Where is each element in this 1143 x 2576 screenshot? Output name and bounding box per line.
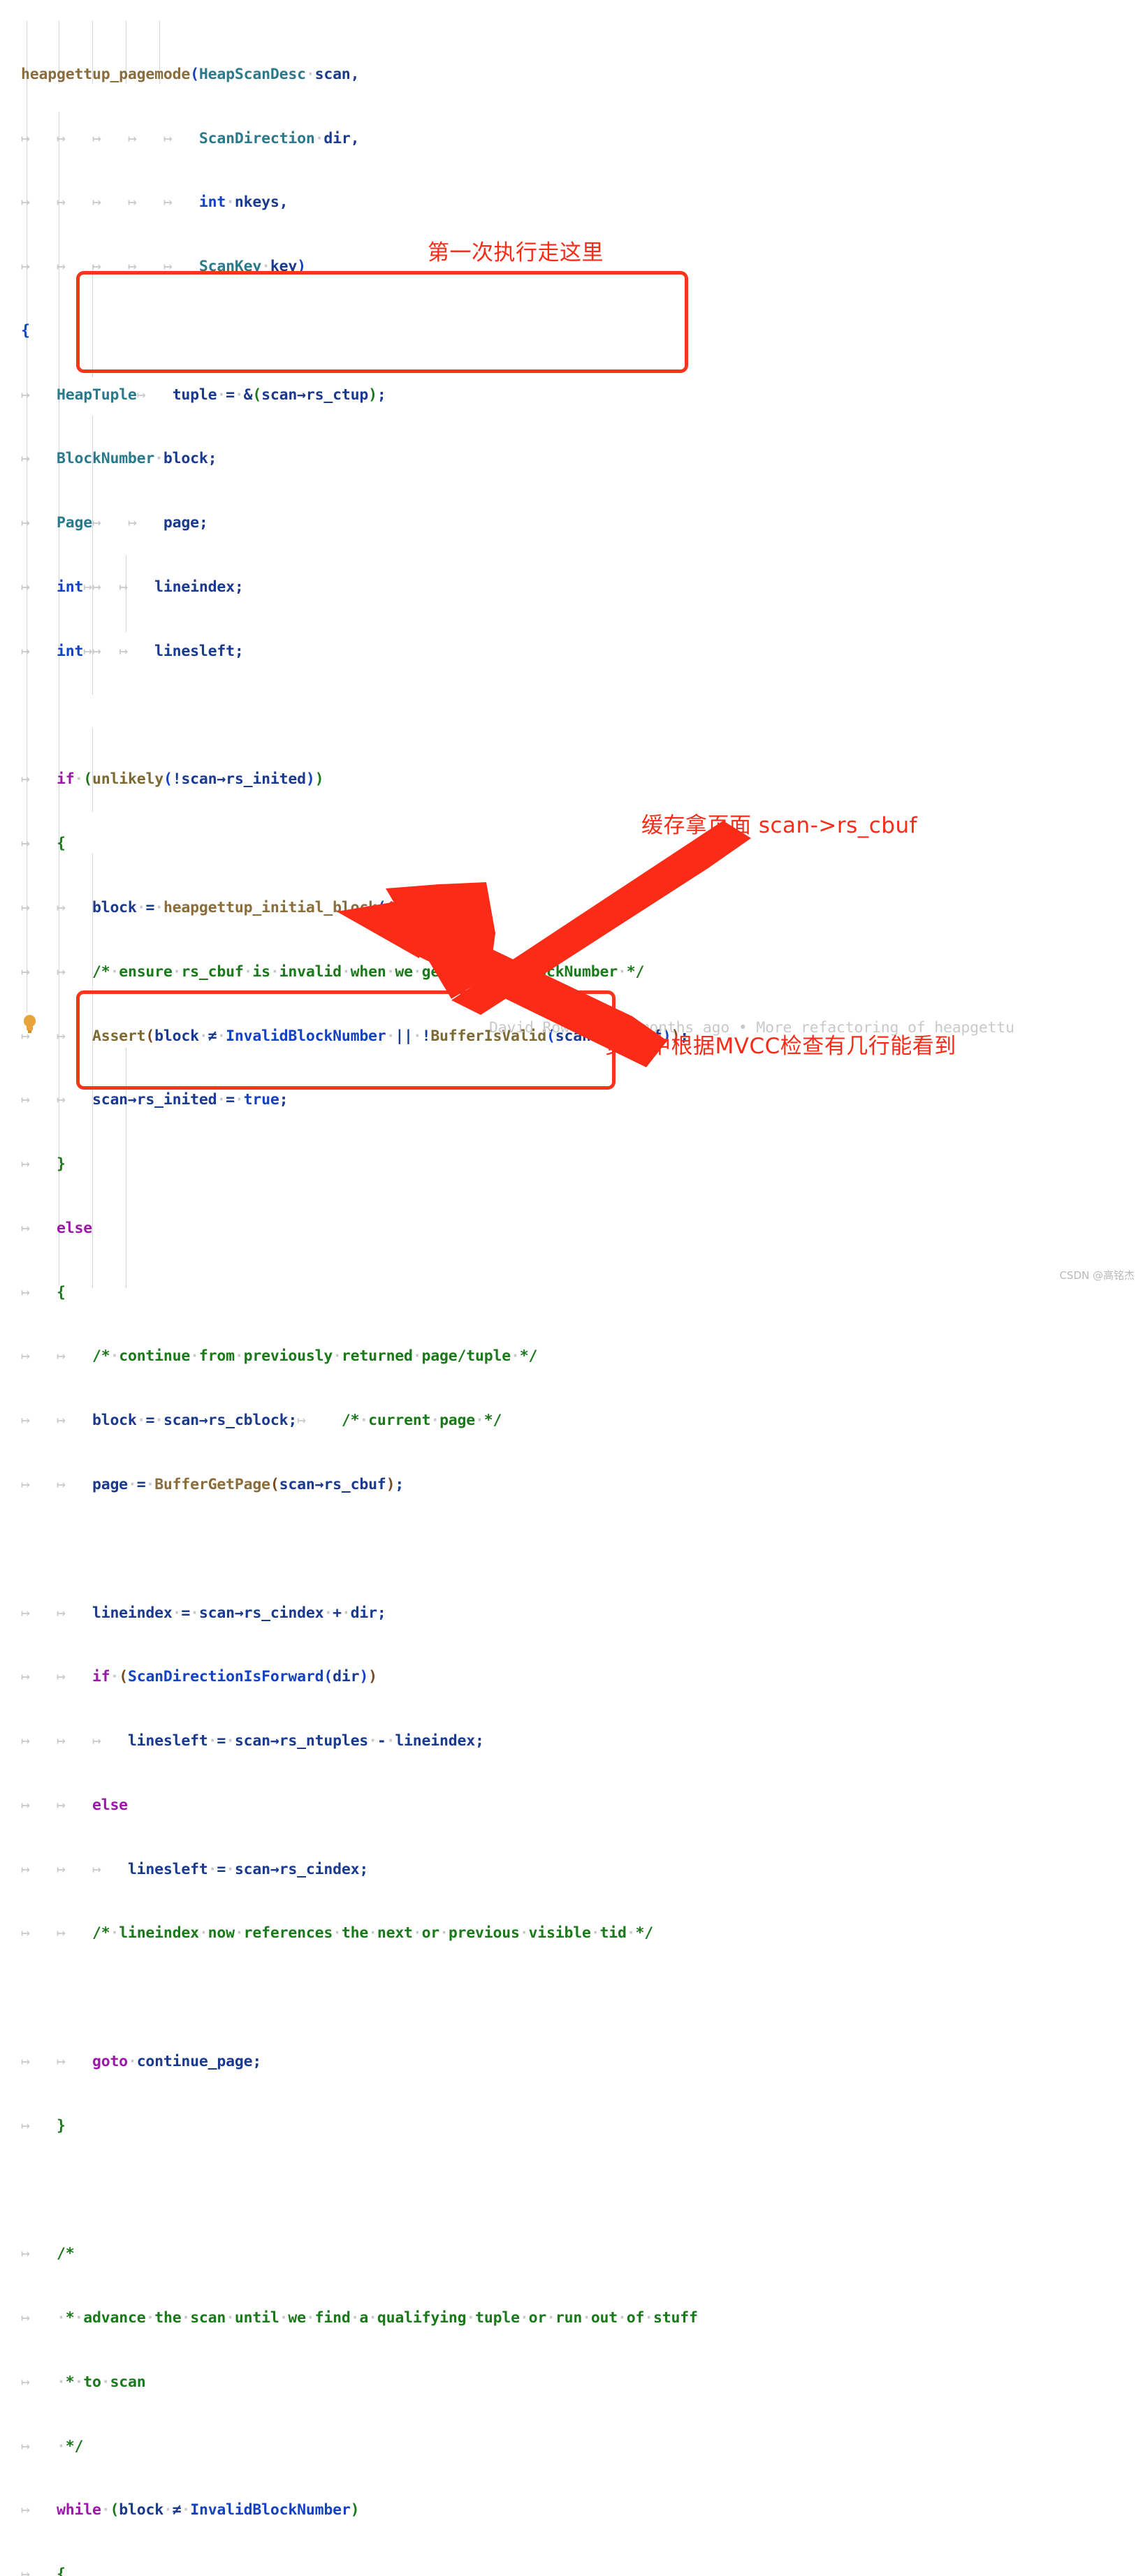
code-line[interactable]: ↦ ↦ /*·continue·from·previously·returned… — [21, 1346, 1143, 1368]
code-line[interactable] — [21, 2180, 1143, 2202]
code-line[interactable]: ↦ int↦↦ ↦ linesleft; — [21, 641, 1143, 663]
code-line[interactable]: ↦ ↦ /*·lineindex·now·references·the·next… — [21, 1923, 1143, 1945]
code-line[interactable]: ↦ else — [21, 1218, 1143, 1240]
code-editor[interactable]: heapgettup_pagemode(HeapScanDesc·scan, ↦… — [0, 0, 1143, 2576]
code-line[interactable]: ↦ ↦ /*·ensure·rs_cbuf·is·invalid·when·we… — [21, 962, 1143, 983]
code-line[interactable]: ↦ if·(unlikely(!scan→rs_inited)) — [21, 769, 1143, 791]
code-line[interactable]: { — [21, 321, 1143, 342]
code-line[interactable]: ↦ ↦ else — [21, 1795, 1143, 1817]
code-line[interactable]: ↦ /* — [21, 2244, 1143, 2265]
code-line[interactable]: ↦ ↦ block·=·heapgettup_initial_block(sca… — [21, 898, 1143, 919]
code-line[interactable] — [21, 1987, 1143, 2009]
code-line[interactable]: ↦ ·*/ — [21, 2436, 1143, 2458]
editor-gutter[interactable] — [0, 0, 21, 1288]
code-line[interactable]: heapgettup_pagemode(HeapScanDesc·scan, — [21, 64, 1143, 86]
code-line[interactable]: ↦ BlockNumber·block; — [21, 448, 1143, 470]
code-line[interactable] — [21, 1539, 1143, 1560]
code-line[interactable] — [21, 705, 1143, 727]
code-line[interactable]: ↦ ↦ scan→rs_inited·=·true; — [21, 1090, 1143, 1111]
code-line[interactable]: ↦ { — [21, 1282, 1143, 1304]
annotation-first-execution: 第一次执行走这里 — [428, 240, 604, 265]
code-line[interactable]: ↦ ↦ ↦ linesleft·=·scan→rs_ntuples·-·line… — [21, 1731, 1143, 1752]
code-line[interactable]: ↦ { — [21, 833, 1143, 855]
csdn-watermark: CSDN @高铭杰 — [1059, 1269, 1135, 1282]
annotation-cache-page: 缓存拿页面 scan->rs_cbuf — [641, 813, 918, 838]
code-line[interactable]: ↦ ↦ goto·continue_page; — [21, 2051, 1143, 2073]
code-line[interactable]: ↦ ·*·to·scan — [21, 2372, 1143, 2394]
code-line[interactable]: ↦ ↦ ↦ linesleft·=·scan→rs_cindex; — [21, 1859, 1143, 1881]
code-line[interactable]: ↦ { — [21, 2564, 1143, 2576]
code-line[interactable]: ↦ ↦ ↦ ↦ ↦ ScanDirection·dir, — [21, 129, 1143, 150]
code-line[interactable]: ↦ Page↦ ↦ page; — [21, 513, 1143, 534]
code-line[interactable]: ↦ ↦ block·=·scan→rs_cblock;↦ /*·current·… — [21, 1410, 1143, 1432]
code-line[interactable]: ↦ HeapTuple↦ tuple·=·&(scan→rs_ctup); — [21, 385, 1143, 407]
code-line[interactable]: ↦ ↦ ↦ ↦ ↦ int·nkeys, — [21, 192, 1143, 214]
annotation-mvcc-check: 页面中根据MVCC检查有几行能看到 — [605, 1034, 956, 1059]
code-line[interactable]: ↦ ↦ lineindex·=·scan→rs_cindex·+·dir; — [21, 1603, 1143, 1625]
code-content[interactable]: heapgettup_pagemode(HeapScanDesc·scan, ↦… — [21, 0, 1143, 2576]
code-line[interactable]: ↦ ↦ if·(ScanDirectionIsForward(dir)) — [21, 1667, 1143, 1688]
code-line[interactable]: ↦ } — [21, 2116, 1143, 2137]
code-line[interactable]: ↦ while·(block·≠·InvalidBlockNumber) — [21, 2500, 1143, 2522]
code-line[interactable]: ↦ ·*·advance·the·scan·until·we·find·a·qu… — [21, 2308, 1143, 2329]
code-line[interactable]: ↦ } — [21, 1154, 1143, 1176]
code-line[interactable]: ↦ int↦↦ ↦ lineindex; — [21, 577, 1143, 599]
code-line[interactable]: ↦ ↦ page·=·BufferGetPage(scan→rs_cbuf); — [21, 1474, 1143, 1496]
